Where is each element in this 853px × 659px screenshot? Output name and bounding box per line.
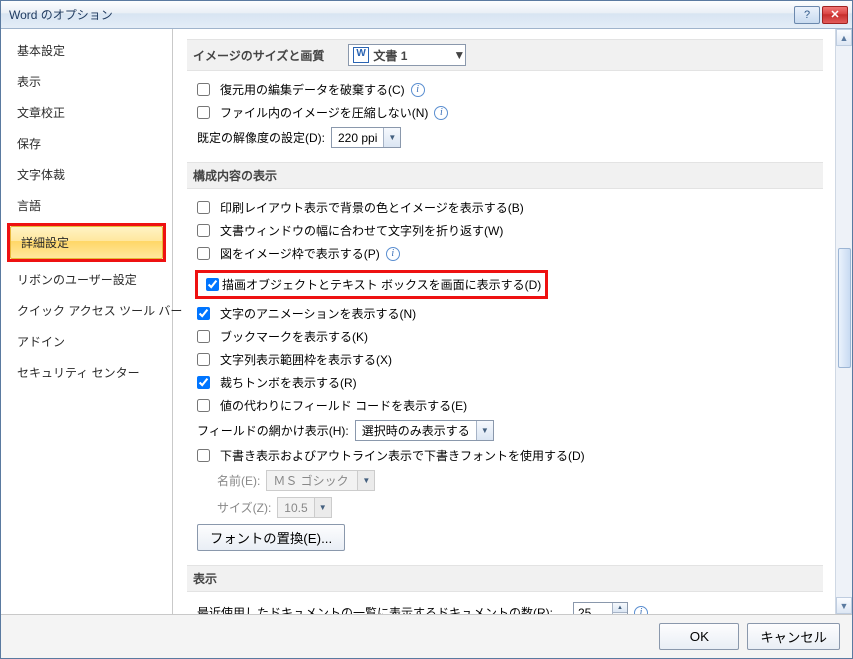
section-header-display: 表示	[187, 565, 823, 592]
show-image-frame-label: 図をイメージ枠で表示する(P)	[220, 245, 380, 262]
options-dialog: Word のオプション ? ✕ 基本設定 表示 文章校正 保存 文字体裁 言語 …	[0, 0, 853, 659]
recent-docs-value[interactable]	[574, 603, 612, 614]
highlighted-option: 描画オブジェクトとテキスト ボックスを画面に表示する(D)	[195, 270, 548, 299]
show-image-frame-checkbox[interactable]	[197, 247, 210, 260]
show-bookmarks-checkbox[interactable]	[197, 330, 210, 343]
titlebar: Word のオプション ? ✕	[1, 1, 852, 29]
sidebar-item-qat[interactable]: クイック アクセス ツール バー	[7, 295, 166, 326]
sidebar-item-advanced[interactable]: 詳細設定	[10, 226, 163, 259]
font-name-select: ＭＳ ゴシック ▼	[266, 470, 375, 491]
target-document-name: 文書 1	[373, 47, 453, 64]
field-shading-select[interactable]: 選択時のみ表示する ▼	[355, 420, 494, 441]
discard-edit-label: 復元用の編集データを破棄する(C)	[220, 81, 405, 98]
field-shading-value: 選択時のみ表示する	[356, 422, 476, 439]
discard-edit-checkbox[interactable]	[197, 83, 210, 96]
sidebar: 基本設定 表示 文章校正 保存 文字体裁 言語 詳細設定 リボンのユーザー設定 …	[1, 29, 173, 614]
scroll-thumb[interactable]	[838, 248, 851, 368]
font-size-select: 10.5 ▼	[277, 497, 331, 518]
wrap-to-window-checkbox[interactable]	[197, 224, 210, 237]
default-res-select[interactable]: 220 ppi ▼	[331, 127, 401, 148]
font-name-value: ＭＳ ゴシック	[267, 472, 357, 489]
chevron-down-icon: ▼	[314, 498, 331, 517]
default-res-label: 既定の解像度の設定(D):	[197, 129, 325, 146]
show-crop-marks-label: 裁ちトンボを表示する(R)	[220, 374, 357, 391]
show-bookmarks-label: ブックマークを表示する(K)	[220, 328, 368, 345]
sidebar-item-ribbon[interactable]: リボンのユーザー設定	[7, 264, 166, 295]
font-size-label: サイズ(Z):	[217, 499, 271, 516]
draft-font-label: 下書き表示およびアウトライン表示で下書きフォントを使用する(D)	[220, 447, 585, 464]
close-button[interactable]: ✕	[822, 6, 848, 24]
recent-docs-spinner[interactable]: ▲ ▼	[573, 602, 628, 614]
show-text-boundaries-label: 文字列表示範囲枠を表示する(X)	[220, 351, 392, 368]
help-button[interactable]: ?	[794, 6, 820, 24]
show-drawings-checkbox[interactable]	[206, 278, 219, 291]
sidebar-highlight: 詳細設定	[7, 223, 166, 262]
vertical-scrollbar[interactable]: ▲ ▼	[835, 29, 852, 614]
word-doc-icon	[353, 47, 369, 63]
print-layout-bg-checkbox[interactable]	[197, 201, 210, 214]
sidebar-item-typography[interactable]: 文字体裁	[7, 159, 166, 190]
content-panel: イメージのサイズと画質 文書 1 ▼ 復元用の編集データを破棄する(C) i フ…	[173, 29, 835, 614]
info-icon[interactable]: i	[634, 606, 648, 615]
chevron-down-icon: ▼	[453, 48, 465, 62]
show-text-boundaries-checkbox[interactable]	[197, 353, 210, 366]
info-icon[interactable]: i	[386, 247, 400, 261]
font-substitution-button[interactable]: フォントの置換(E)...	[197, 524, 345, 551]
show-field-codes-checkbox[interactable]	[197, 399, 210, 412]
ok-button[interactable]: OK	[659, 623, 739, 650]
recent-docs-label: 最近使用したドキュメントの一覧に表示するドキュメントの数(R):	[197, 604, 553, 614]
print-layout-bg-label: 印刷レイアウト表示で背景の色とイメージを表示する(B)	[220, 199, 524, 216]
chevron-down-icon: ▼	[476, 421, 493, 440]
font-name-label: 名前(E):	[217, 472, 260, 489]
field-shading-label: フィールドの網かけ表示(H):	[197, 422, 349, 439]
window-title: Word のオプション	[9, 6, 794, 23]
info-icon[interactable]: i	[411, 83, 425, 97]
section-header-composition: 構成内容の表示	[187, 162, 823, 189]
spinner-up-icon[interactable]: ▲	[613, 603, 627, 613]
sidebar-item-language[interactable]: 言語	[7, 190, 166, 221]
cancel-button[interactable]: キャンセル	[747, 623, 840, 650]
font-size-value: 10.5	[278, 501, 313, 515]
draft-font-checkbox[interactable]	[197, 449, 210, 462]
sidebar-item-security[interactable]: セキュリティ センター	[7, 357, 166, 388]
show-field-codes-label: 値の代わりにフィールド コードを表示する(E)	[220, 397, 467, 414]
section-header-image-quality: イメージのサイズと画質	[193, 47, 324, 64]
sidebar-item-basic[interactable]: 基本設定	[7, 35, 166, 66]
chevron-down-icon: ▼	[383, 128, 400, 147]
sidebar-item-proofing[interactable]: 文章校正	[7, 97, 166, 128]
scroll-up-icon[interactable]: ▲	[836, 29, 852, 46]
no-compress-label: ファイル内のイメージを圧縮しない(N)	[220, 104, 428, 121]
sidebar-item-save[interactable]: 保存	[7, 128, 166, 159]
info-icon[interactable]: i	[434, 106, 448, 120]
no-compress-checkbox[interactable]	[197, 106, 210, 119]
show-drawings-label: 描画オブジェクトとテキスト ボックスを画面に表示する(D)	[222, 276, 541, 293]
show-text-anim-checkbox[interactable]	[197, 307, 210, 320]
scroll-down-icon[interactable]: ▼	[836, 597, 852, 614]
wrap-to-window-label: 文書ウィンドウの幅に合わせて文字列を折り返す(W)	[220, 222, 503, 239]
show-text-anim-label: 文字のアニメーションを表示する(N)	[220, 305, 416, 322]
show-crop-marks-checkbox[interactable]	[197, 376, 210, 389]
dialog-footer: OK キャンセル	[1, 614, 852, 658]
target-document-select[interactable]: 文書 1 ▼	[348, 44, 466, 66]
chevron-down-icon: ▼	[357, 471, 374, 490]
default-res-value: 220 ppi	[332, 131, 383, 145]
sidebar-item-display[interactable]: 表示	[7, 66, 166, 97]
sidebar-item-addins[interactable]: アドイン	[7, 326, 166, 357]
